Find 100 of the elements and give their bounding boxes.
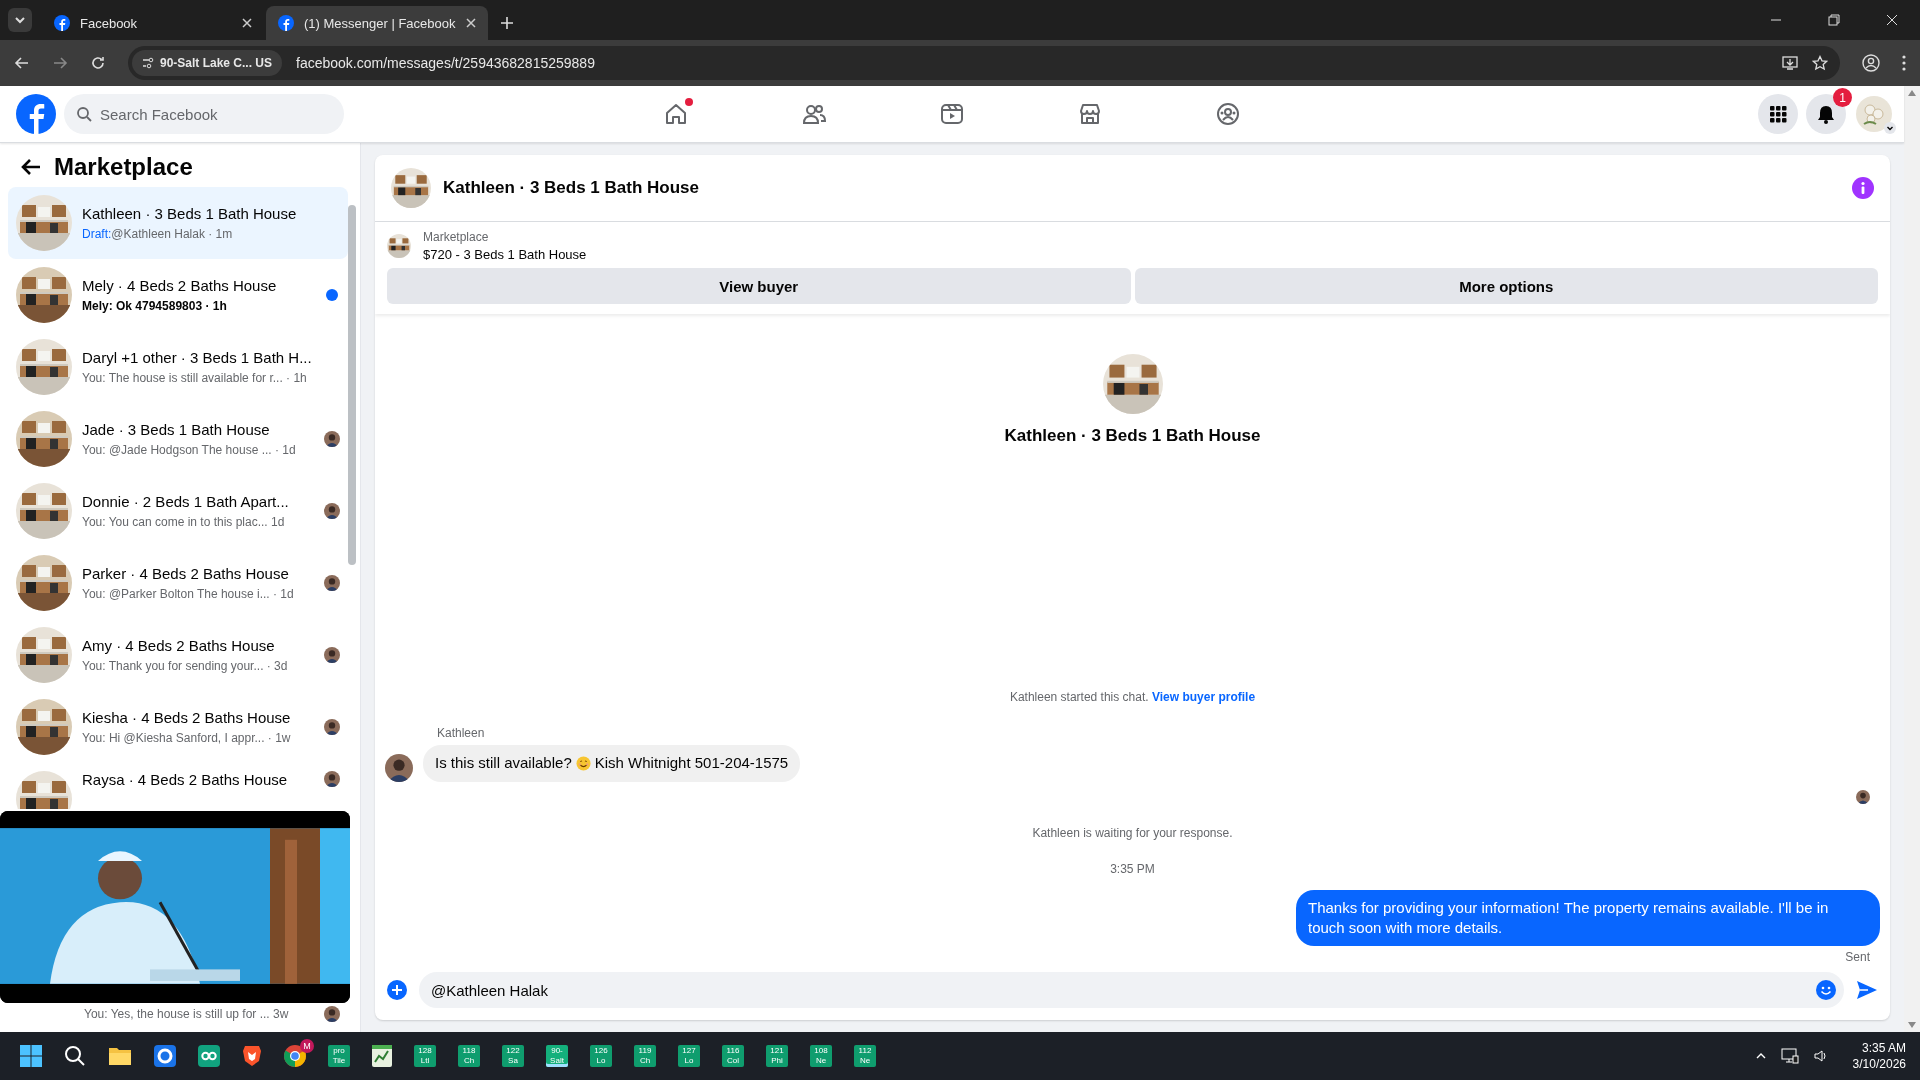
conversation-title: Kathleen · 3 Beds 1 Bath House: [82, 204, 298, 223]
facebook-logo[interactable]: [16, 94, 56, 134]
folder-icon[interactable]: [108, 1045, 132, 1067]
message-preview: You: Hi @Kiesha Sanford, I appr... · 1w: [82, 729, 292, 746]
status-text: Kathleen is waiting for your response.: [1031, 825, 1234, 840]
avatar: [324, 647, 340, 663]
clock[interactable]: 3:35 AM 3/10/2026: [1852, 1041, 1906, 1071]
lion-shield-icon[interactable]: [242, 1045, 262, 1067]
conversation-title: Parker · 4 Beds 2 Baths House: [82, 564, 290, 583]
close-icon[interactable]: [242, 18, 252, 28]
search-icon: [76, 106, 92, 122]
home-icon: [663, 101, 689, 127]
avatar: [324, 1006, 340, 1022]
conversation-item[interactable]: Amy · 4 Beds 2 Baths House You: Thank you for sending your... · 3d: [8, 619, 348, 691]
conversation-title: Kiesha · 4 Beds 2 Baths House: [82, 708, 292, 727]
scroll-down-arrow-icon[interactable]: [1908, 1022, 1916, 1028]
conversation-item[interactable]: Mely · 4 Beds 2 Baths House Mely: Ok 4794589803 · 1h: [8, 259, 348, 331]
tab-search-button[interactable]: [8, 8, 32, 32]
avatar: [385, 753, 413, 782]
conversation-title: Jade · 3 Beds 1 Bath House: [82, 420, 271, 439]
menu-button[interactable]: [1758, 94, 1798, 134]
listing-label: Marketplace: [423, 230, 490, 244]
conversation-title: Daryl +1 other · 3 Beds 1 Bath H...: [82, 348, 313, 367]
message-preview: Draft:@Kathleen Halak · 1m: [82, 225, 234, 242]
message-preview: You: Yes, the house is still up for ... 3w: [84, 1006, 290, 1022]
chevron-down-icon: [14, 14, 26, 26]
forward-arrow-icon[interactable]: [52, 55, 68, 71]
message-preview: You: @Jade Hodgson The house ... · 1d: [82, 441, 297, 458]
message-preview: You: @Parker Bolton The house i... · 1d: [82, 585, 295, 602]
avatar: [1856, 789, 1870, 804]
chart-app-icon[interactable]: [372, 1045, 392, 1067]
groups-icon: [1215, 101, 1241, 127]
action-button[interactable]: More options: [1134, 268, 1878, 304]
grid-icon: [1768, 104, 1788, 124]
star-icon[interactable]: [1812, 55, 1828, 71]
address-bar[interactable]: 90-Salt Lake C... US facebook.com/messages/t/25943682815259889: [128, 46, 1840, 80]
search-field[interactable]: Search Facebook: [64, 94, 344, 134]
reload-icon[interactable]: [90, 55, 106, 71]
conversation-item[interactable]: Jade · 3 Beds 1 Bath House You: @Jade Hodgson The house ... · 1d: [8, 403, 348, 475]
conversation-item[interactable]: Parker · 4 Beds 2 Baths House You: @Parker Bolton The house i... · 1d: [8, 547, 348, 619]
notification-badge: 1: [1833, 88, 1852, 107]
avatar: [324, 503, 340, 519]
facebook-icon: [278, 15, 294, 31]
scrollbar[interactable]: [1904, 86, 1920, 1032]
plus-circle-icon[interactable]: [387, 980, 407, 1000]
conversation-item[interactable]: You: Yes, the house is still up for ... 3w: [8, 1006, 348, 1032]
buyer-profile-link[interactable]: View buyer profile: [1151, 690, 1256, 705]
speaker-icon[interactable]: [1812, 1048, 1829, 1064]
browser-tab[interactable]: (1) Messenger | Facebook: [266, 6, 488, 40]
bell-icon: [1816, 104, 1836, 124]
back-arrow-icon[interactable]: [14, 55, 30, 71]
install-icon[interactable]: [1782, 55, 1798, 71]
avatar: [324, 771, 340, 787]
message-preview: You: The house is still available for r... · 1h: [82, 369, 308, 386]
ring-app-icon[interactable]: [154, 1045, 176, 1067]
emoji-icon[interactable]: [1816, 980, 1836, 1000]
browser-tab[interactable]: Facebook: [42, 6, 264, 40]
action-button[interactable]: View buyer: [387, 268, 1131, 304]
sender-name: Kathleen: [437, 726, 486, 741]
avatar: [324, 575, 340, 591]
more-icon[interactable]: [1902, 55, 1906, 71]
store-icon: [1077, 101, 1103, 127]
conversation-title: Raysa · 4 Beds 2 Baths House: [82, 771, 289, 789]
chat-started-text: Kathleen started this chat. View buyer profile: [1008, 690, 1257, 705]
url-text: facebook.com/messages/t/25943682815259889: [296, 55, 595, 71]
chrome-icon[interactable]: [284, 1045, 306, 1067]
infinity-app-icon[interactable]: [198, 1045, 220, 1067]
send-icon[interactable]: [1856, 980, 1878, 1000]
restore-icon[interactable]: [1828, 14, 1840, 26]
delivery-status: Sent: [1845, 950, 1870, 964]
tab-title: (1) Messenger | Facebook: [304, 15, 456, 31]
tab-title: Facebook: [80, 15, 139, 31]
message-field[interactable]: @Kathleen Halak: [419, 972, 1844, 1008]
chat-title: Kathleen · 3 Beds 1 Bath House: [443, 178, 699, 198]
site-info-chip[interactable]: 90-Salt Lake C... US: [132, 50, 283, 76]
profile-badge: M: [300, 1039, 314, 1053]
message-preview: Mely: Ok 4794589803 · 1h: [82, 297, 228, 314]
windows-icon[interactable]: [20, 1045, 42, 1067]
scroll-up-arrow-icon[interactable]: [1908, 90, 1916, 96]
message-bubble: Is this still available? Kish Whitnight 501-204-1575: [423, 745, 801, 782]
conversation-item[interactable]: Kathleen · 3 Beds 1 Bath House Draft:@Kathleen Halak · 1m: [8, 187, 348, 259]
timestamp: 3:35 PM: [1109, 861, 1156, 876]
message-preview: You: Thank you for sending your... · 3d: [82, 657, 289, 674]
close-icon[interactable]: [466, 18, 476, 28]
conversation-item[interactable]: Daryl +1 other · 3 Beds 1 Bath H... You: The house is still available for r... · 1h: [8, 331, 348, 403]
monitor-icon[interactable]: [1780, 1048, 1799, 1064]
sidebar-title: Marketplace: [54, 153, 193, 181]
flower-avatar-icon: [1856, 96, 1892, 132]
listing-title[interactable]: $720 - 3 Beds 1 Bath House: [423, 247, 587, 262]
avatar: [324, 431, 340, 447]
notifications-button[interactable]: [1806, 94, 1846, 134]
conversation-title: Mely · 4 Beds 2 Baths House: [82, 276, 278, 295]
info-icon[interactable]: [1852, 177, 1874, 199]
conversation-item[interactable]: Donnie · 2 Beds 1 Bath Apart... You: You can come in to this plac... 1d: [8, 475, 348, 547]
profile-icon[interactable]: [1862, 54, 1880, 72]
conversation-title: Donnie · 2 Beds 1 Bath Apart...: [82, 492, 290, 511]
search-icon[interactable]: [64, 1045, 86, 1067]
close-icon[interactable]: [1886, 14, 1898, 26]
new-tab-icon[interactable]: [500, 16, 514, 30]
conversation-item[interactable]: Kiesha · 4 Beds 2 Baths House You: Hi @Kiesha Sanford, I appr... · 1w: [8, 691, 348, 763]
